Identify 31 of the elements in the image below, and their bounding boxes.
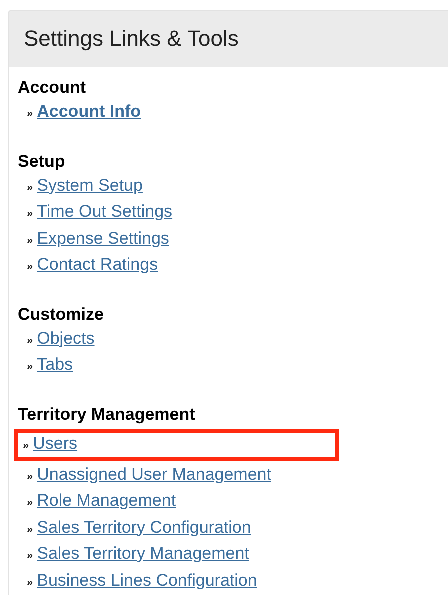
panel-title: Settings Links & Tools bbox=[24, 26, 239, 52]
settings-link[interactable]: Users bbox=[33, 432, 78, 454]
settings-link[interactable]: Objects bbox=[37, 326, 95, 351]
bullet-mark: » bbox=[23, 438, 30, 454]
settings-link[interactable]: System Setup bbox=[37, 174, 143, 198]
settings-link[interactable]: Expense Settings bbox=[37, 226, 170, 251]
bullet-mark: » bbox=[27, 576, 34, 590]
bullet-mark: » bbox=[27, 207, 34, 222]
settings-link[interactable]: Contact Ratings bbox=[37, 253, 158, 278]
bullet-mark: » bbox=[27, 107, 34, 122]
bullet-mark: » bbox=[27, 180, 34, 196]
bullet-mark: » bbox=[27, 496, 34, 511]
settings-link[interactable]: Unassigned User Management bbox=[37, 462, 272, 487]
settings-link[interactable]: Business Lines Configuration bbox=[37, 568, 258, 593]
bullet-mark: » bbox=[27, 470, 34, 484]
bullet-mark: » bbox=[27, 234, 34, 248]
settings-link[interactable]: Tabs bbox=[37, 353, 74, 378]
settings-link[interactable]: Sales Territory Management bbox=[37, 542, 250, 566]
section-heading: Setup bbox=[18, 150, 66, 172]
section-heading: Customize bbox=[18, 304, 105, 326]
settings-link[interactable]: Role Management bbox=[37, 489, 176, 514]
settings-link[interactable]: Time Out Settings bbox=[37, 200, 173, 224]
bullet-mark: » bbox=[27, 549, 34, 564]
bullet-mark: » bbox=[27, 522, 34, 538]
section-heading: Territory Management bbox=[18, 404, 196, 426]
bullet-mark: » bbox=[27, 334, 34, 348]
settings-link[interactable]: Account Info bbox=[37, 100, 142, 124]
bullet-mark: » bbox=[27, 360, 34, 375]
section-heading: Account bbox=[18, 77, 87, 99]
bullet-mark: » bbox=[27, 260, 34, 275]
settings-link[interactable]: Sales Territory Configuration bbox=[37, 516, 252, 540]
